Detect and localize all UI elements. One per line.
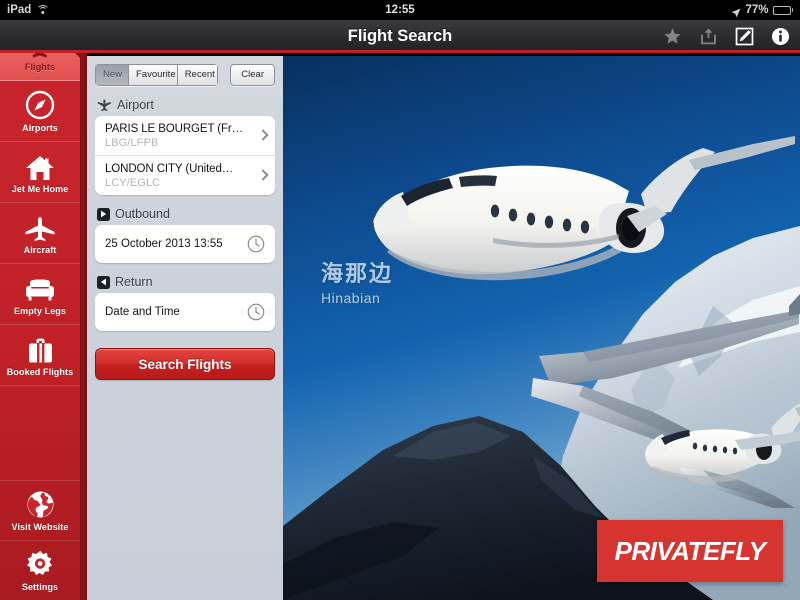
outbound-card: 25 October 2013 13:55	[95, 225, 275, 263]
favourite-star-icon[interactable]	[663, 27, 682, 46]
aircraft-icon	[24, 212, 56, 242]
arrow-left-badge-icon	[97, 275, 110, 289]
segment-favourite[interactable]: Favourite	[128, 64, 177, 86]
sidebar: Flights Airports Jet Me Home Aircraft Em…	[0, 20, 80, 600]
sidebar-item-label: Visit Website	[11, 522, 69, 532]
clock-icon[interactable]	[247, 235, 265, 253]
logo-inner: PRIVATEFLY	[615, 538, 767, 565]
hero-image: 海那边 Hinabian PRIVATEFLY	[283, 56, 800, 600]
status-bar: iPad 12:55 77%	[0, 0, 800, 20]
outbound-datetime-row[interactable]: 25 October 2013 13:55	[95, 225, 275, 263]
airport-row-departure[interactable]: PARIS LE BOURGET (Fr… LBG/LFPB	[95, 116, 275, 155]
segment-new[interactable]: New	[95, 64, 128, 86]
sidebar-item-label: Airports	[22, 122, 58, 133]
outbound-datetime-value: 25 October 2013 13:55	[105, 238, 223, 250]
section-title: Outbound	[115, 207, 170, 221]
share-icon[interactable]	[699, 27, 718, 46]
section-title: Airport	[117, 98, 154, 112]
sidebar-item-jet-me-home[interactable]: Jet Me Home	[0, 142, 80, 203]
section-title: Return	[115, 275, 153, 289]
sidebar-item-settings[interactable]: Settings	[0, 540, 80, 600]
clock-icon[interactable]	[247, 303, 265, 321]
plane-icon	[97, 99, 112, 112]
chevron-right-icon	[259, 130, 266, 142]
compose-icon[interactable]	[735, 27, 754, 46]
airport-code: LBG/LFPB	[105, 137, 159, 149]
navigation-bar: Flight Search	[0, 20, 800, 53]
watermark: 海那边 Hinabian	[321, 256, 393, 306]
airport-row-arrival[interactable]: LONDON CITY (United… LCY/EGLC	[95, 155, 275, 195]
armchair-icon	[25, 273, 55, 303]
hero-artwork	[283, 56, 800, 600]
sidebar-bottom-group: Visit Website Settings	[0, 480, 80, 600]
battery-icon	[772, 5, 793, 15]
globe-icon	[26, 489, 55, 519]
gear-icon	[26, 549, 55, 579]
house-icon	[25, 151, 55, 181]
location-arrow-icon	[731, 5, 741, 18]
info-icon[interactable]	[771, 27, 790, 46]
segment-recent[interactable]: Recent	[176, 64, 219, 86]
status-bar-right: 77%	[731, 0, 793, 20]
sidebar-item-aircraft[interactable]: Aircraft	[0, 203, 80, 264]
sidebar-item-label: Jet Me Home	[11, 183, 69, 194]
return-datetime-placeholder: Date and Time	[105, 306, 180, 318]
airport-section-header: Airport	[87, 86, 283, 116]
sidebar-item-label: Aircraft	[23, 244, 57, 255]
airport-code: LCY/EGLC	[105, 177, 161, 189]
suitcase-icon	[27, 334, 54, 364]
clear-button[interactable]: Clear	[230, 64, 275, 86]
sidebar-edge-divider	[80, 20, 87, 600]
navbar-actions	[663, 20, 790, 53]
form-toolbar: New Favourite Recent Clear	[87, 56, 283, 86]
app-root: iPad 12:55 77% Flight Search Flights Air…	[0, 0, 800, 600]
watermark-en-text: Hinabian	[321, 290, 381, 306]
sidebar-item-airports[interactable]: Airports	[0, 81, 80, 142]
sidebar-item-empty-legs[interactable]: Empty Legs	[0, 264, 80, 325]
search-mode-segmented-control[interactable]: New Favourite Recent	[95, 64, 219, 86]
return-section-header: Return	[87, 263, 283, 293]
chevron-right-icon	[259, 170, 266, 182]
privatefly-logo: PRIVATEFLY	[597, 520, 783, 582]
return-datetime-row[interactable]: Date and Time	[95, 293, 275, 331]
sidebar-item-booked-flights[interactable]: Booked Flights	[0, 325, 80, 386]
watermark-cn-text: 海那边	[321, 261, 394, 286]
battery-percent-label: 77%	[745, 4, 769, 16]
compass-icon	[25, 90, 55, 120]
airport-name: PARIS LE BOURGET (Fr…	[105, 123, 244, 135]
airport-name: LONDON CITY (United…	[105, 163, 234, 175]
search-form-panel: New Favourite Recent Clear Airport PARIS…	[87, 56, 283, 600]
sidebar-item-label: Empty Legs	[13, 305, 66, 316]
outbound-section-header: Outbound	[87, 195, 283, 225]
sidebar-item-visit-website[interactable]: Visit Website	[0, 480, 80, 540]
arrow-right-badge-icon	[97, 207, 110, 221]
status-bar-clock: 12:55	[385, 4, 415, 16]
sidebar-item-label: Settings	[21, 582, 59, 592]
sidebar-item-label: Booked Flights	[6, 366, 74, 377]
sidebar-item-label: Flights	[24, 61, 56, 72]
search-flights-button[interactable]: Search Flights	[95, 348, 275, 380]
return-card: Date and Time	[95, 293, 275, 331]
airport-list-card: PARIS LE BOURGET (Fr… LBG/LFPB LONDON CI…	[95, 116, 275, 195]
